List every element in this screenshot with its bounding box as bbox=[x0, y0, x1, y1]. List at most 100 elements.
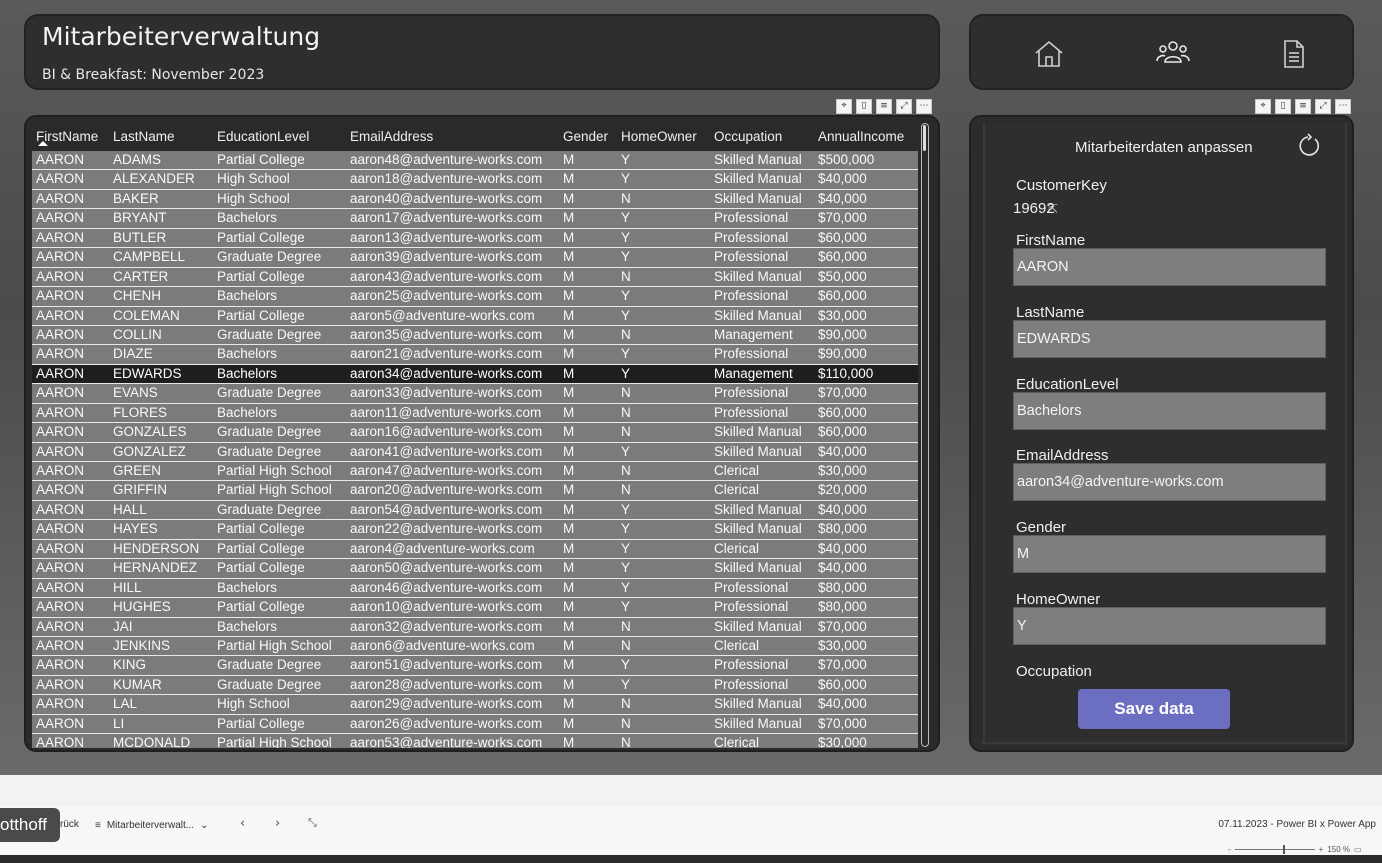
table-row[interactable]: AARON CARTER Partial College aaron43@advent… bbox=[32, 267, 918, 288]
table-cell: AARON bbox=[36, 482, 85, 498]
table-row[interactable]: AARON CHENH Bachelors aaron25@adventure-wor… bbox=[32, 287, 918, 307]
pin-icon[interactable]: ⌖ bbox=[1255, 99, 1271, 114]
users-icon[interactable] bbox=[1155, 36, 1191, 72]
zoom-in-icon[interactable]: + bbox=[1319, 845, 1324, 854]
more-icon[interactable]: ⋯ bbox=[1335, 99, 1351, 114]
column-header[interactable]: HomeOwner bbox=[617, 121, 710, 153]
next-page-icon[interactable]: › bbox=[275, 816, 280, 831]
table-row[interactable]: AARON EDWARDS Bachelors aaron34@adventure-w… bbox=[32, 364, 918, 385]
collapse-icon[interactable]: ⤡ bbox=[308, 816, 317, 830]
table-cell: AARON bbox=[36, 404, 85, 420]
document-icon[interactable] bbox=[1275, 36, 1311, 72]
column-header[interactable]: LastName bbox=[109, 121, 213, 153]
column-header[interactable]: Occupation bbox=[710, 121, 814, 153]
table-row[interactable]: AARON BAKER High School aaron40@adventure-w… bbox=[32, 189, 918, 210]
table-cell: AARON bbox=[36, 540, 85, 556]
column-header[interactable]: FirstName bbox=[32, 121, 109, 153]
table-row[interactable]: AARON FLORES Bachelors aaron11@adventure-wo… bbox=[32, 403, 918, 424]
column-header[interactable]: Gender bbox=[559, 121, 617, 153]
table-row[interactable]: AARON COLEMAN Partial College aaron5@advent… bbox=[32, 306, 918, 326]
table-row[interactable]: AARON CAMPBELL Graduate Degree aaron39@adve… bbox=[32, 248, 918, 268]
table-cell: Y bbox=[621, 676, 631, 692]
table-row[interactable]: AARON LAL High School aaron29@adventure-wor… bbox=[32, 695, 918, 715]
table-row[interactable]: AARON DIAZE Bachelors aaron21@adventure-wor… bbox=[32, 345, 918, 365]
reset-icon[interactable] bbox=[1295, 133, 1321, 159]
table-row[interactable]: AARON EVANS Graduate Degree aaron33@adventu… bbox=[32, 384, 918, 404]
table-cell: Y bbox=[621, 229, 631, 245]
table-cell: COLLIN bbox=[113, 326, 162, 342]
gender-field[interactable]: M bbox=[1013, 535, 1326, 573]
table-row[interactable]: AARON ALEXANDER High School aaron18@adventu… bbox=[32, 170, 918, 190]
table-row[interactable]: AARON HERNANDEZ Partial College aaron50@adv… bbox=[32, 559, 918, 579]
column-header[interactable]: AnnualIncome bbox=[814, 121, 918, 153]
zoom-out-icon[interactable]: - bbox=[1228, 845, 1231, 854]
column-header[interactable]: EducationLevel bbox=[213, 121, 346, 153]
firstname-field[interactable]: AARON bbox=[1013, 248, 1326, 286]
zoom-slider-thumb[interactable] bbox=[1282, 845, 1285, 854]
table-row[interactable]: AARON MCDONALD Partial High School aaron53@… bbox=[32, 734, 918, 748]
table-cell: Graduate Degree bbox=[217, 501, 322, 517]
filter-icon[interactable]: ≡ bbox=[1295, 99, 1311, 114]
save-button[interactable]: Save data bbox=[1078, 689, 1230, 729]
pin-icon[interactable]: ⌖ bbox=[836, 99, 852, 114]
table-row[interactable]: AARON LI Partial College aaron26@adventure-… bbox=[32, 714, 918, 735]
table-row[interactable]: AARON HAYES Partial College aaron22@adventu… bbox=[32, 520, 918, 540]
back-button[interactable]: rück bbox=[60, 819, 79, 830]
table-cell: $70,000 bbox=[818, 715, 867, 731]
zoom-slider[interactable] bbox=[1234, 845, 1315, 854]
focus-icon[interactable]: ⤢ bbox=[896, 99, 912, 114]
table-cell: AARON bbox=[36, 676, 85, 692]
firstname-label: FirstName bbox=[1016, 232, 1086, 249]
focus-icon[interactable]: ⤢ bbox=[1315, 99, 1331, 114]
table-cell: $30,000 bbox=[818, 463, 867, 478]
table-row[interactable]: AARON KING Graduate Degree aaron51@adventur… bbox=[32, 656, 918, 676]
table-cell: Graduate Degree bbox=[217, 676, 322, 692]
lastname-field[interactable]: EDWARDS bbox=[1013, 320, 1326, 358]
table-cell: AARON bbox=[36, 696, 85, 712]
zoom-control[interactable]: - + 150 % ▭ bbox=[1228, 845, 1362, 854]
home-icon[interactable] bbox=[1031, 36, 1067, 72]
fit-page-icon[interactable]: ▭ bbox=[1354, 845, 1362, 854]
table-cell: LI bbox=[113, 715, 125, 731]
table-row[interactable]: AARON BRYANT Bachelors aaron17@adventure-wo… bbox=[32, 209, 918, 229]
table-row[interactable]: AARON KUMAR Graduate Degree aaron28@adventu… bbox=[32, 675, 918, 696]
previous-page-icon[interactable]: ‹ bbox=[240, 816, 245, 831]
scrollbar-thumb[interactable] bbox=[923, 125, 926, 151]
educationlevel-field[interactable]: Bachelors bbox=[1013, 392, 1326, 430]
table-row[interactable]: AARON HENDERSON Partial College aaron4@adve… bbox=[32, 539, 918, 560]
table-row[interactable]: AARON ADAMS Partial College aaron48@adventu… bbox=[32, 151, 918, 171]
emailaddress-field[interactable]: aaron34@adventure-works.com bbox=[1013, 463, 1326, 501]
table-cell: BAKER bbox=[113, 190, 159, 206]
table-body: AARON ADAMS Partial College aaron48@adventu… bbox=[32, 151, 918, 748]
table-cell: Y bbox=[621, 288, 631, 304]
table-row[interactable]: AARON GONZALEZ Graduate Degree aaron41@adve… bbox=[32, 442, 918, 462]
filter-icon[interactable]: ≡ bbox=[876, 99, 892, 114]
table-row[interactable]: AARON COLLIN Graduate Degree aaron35@advent… bbox=[32, 325, 918, 346]
table-cell: Y bbox=[621, 210, 631, 226]
more-icon[interactable]: ⋯ bbox=[916, 99, 932, 114]
mouse-cursor-icon: ⇱ bbox=[1048, 202, 1059, 216]
page-tab[interactable]: ≡ Mitarbeiterverwalt... ⌄ bbox=[95, 817, 208, 833]
table-row[interactable]: AARON GRIFFIN Partial High School aaron20@a… bbox=[32, 481, 918, 501]
table-cell: CARTER bbox=[113, 268, 169, 284]
homeowner-field[interactable]: Y bbox=[1013, 607, 1326, 645]
table-row[interactable]: AARON HILL Bachelors aaron46@adventure-work… bbox=[32, 578, 918, 599]
table-scrollbar[interactable] bbox=[921, 123, 929, 747]
table-cell: N bbox=[621, 735, 631, 748]
table-row[interactable]: AARON GREEN Partial High School aaron47@adv… bbox=[32, 462, 918, 482]
copy-icon[interactable]: ▯ bbox=[856, 99, 872, 114]
table-row[interactable]: AARON JENKINS Partial High School aaron6@ad… bbox=[32, 636, 918, 657]
table-cell: Professional bbox=[714, 249, 789, 265]
homeowner-label: HomeOwner bbox=[1016, 591, 1101, 608]
table-row[interactable]: AARON JAI Bachelors aaron32@adventure-works… bbox=[32, 617, 918, 637]
table-cell: aaron18@adventure-works.com bbox=[350, 171, 543, 187]
table-cell: M bbox=[563, 424, 575, 440]
table-row[interactable]: AARON GONZALES Graduate Degree aaron16@adve… bbox=[32, 423, 918, 443]
table-row[interactable]: AARON HALL Graduate Degree aaron54@adventur… bbox=[32, 500, 918, 521]
table-row[interactable]: AARON BUTLER Partial College aaron13@advent… bbox=[32, 228, 918, 249]
table-row[interactable]: AARON HUGHES Partial College aaron10@advent… bbox=[32, 598, 918, 618]
table-cell: $40,000 bbox=[818, 443, 867, 459]
table-cell: Skilled Manual bbox=[714, 560, 802, 576]
copy-icon[interactable]: ▯ bbox=[1275, 99, 1291, 114]
column-header[interactable]: EmailAddress bbox=[346, 121, 559, 153]
